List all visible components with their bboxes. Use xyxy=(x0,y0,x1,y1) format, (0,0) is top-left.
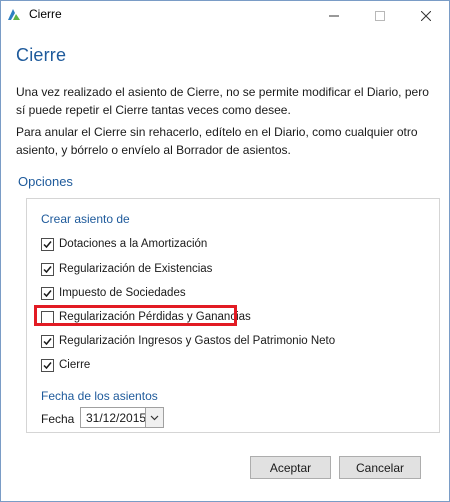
close-icon xyxy=(421,10,431,21)
create-entry-group-title: Crear asiento de xyxy=(41,212,130,226)
checkmark-icon xyxy=(43,240,52,248)
checkmark-icon xyxy=(43,361,52,369)
checkbox-label: Cierre xyxy=(59,359,91,371)
maximize-button[interactable] xyxy=(357,1,403,30)
checkbox-label: Dotaciones a la Amortización xyxy=(59,238,208,250)
checkbox-row-impuesto[interactable]: Impuesto de Sociedades xyxy=(41,285,186,301)
checkbox-row-cierre[interactable]: Cierre xyxy=(41,357,90,373)
checkmark-icon xyxy=(43,265,52,273)
title-bar[interactable]: Cierre xyxy=(1,1,449,30)
date-picker[interactable]: 31/12/2015 xyxy=(80,407,164,428)
date-value[interactable]: 31/12/2015 xyxy=(86,411,146,425)
info-paragraph-1: Una vez realizado el asiento de Cierre, … xyxy=(16,85,429,117)
checkbox-label: Regularización de Existencias xyxy=(59,263,213,275)
checkbox-label: Impuesto de Sociedades xyxy=(59,287,186,299)
close-button[interactable] xyxy=(403,1,449,30)
checkbox[interactable] xyxy=(41,286,54,300)
cancel-button[interactable]: Cancelar xyxy=(339,456,421,479)
checkmark-icon xyxy=(43,289,52,297)
checkbox[interactable] xyxy=(41,237,54,251)
checkbox[interactable] xyxy=(41,334,54,348)
minimize-icon xyxy=(329,15,339,16)
checkbox[interactable] xyxy=(41,262,54,276)
date-dropdown-button[interactable] xyxy=(145,408,163,427)
cierre-dialog: Cierre Cierre Una vez realizado el asien… xyxy=(0,0,450,502)
app-logo-icon xyxy=(7,7,21,21)
checkbox-row-existencias[interactable]: Regularización de Existencias xyxy=(41,261,212,277)
checkbox-row-patrimonio-neto[interactable]: Regularización Ingresos y Gastos del Pat… xyxy=(41,333,335,349)
chevron-down-icon xyxy=(150,415,159,420)
info-paragraph-2: Para anular el Cierre sin rehacerlo, edí… xyxy=(16,125,418,157)
checkmark-icon xyxy=(43,337,52,345)
checkbox[interactable] xyxy=(41,358,54,372)
checkbox-row-dotaciones[interactable]: Dotaciones a la Amortización xyxy=(41,236,207,252)
accept-button[interactable]: Aceptar xyxy=(250,456,331,479)
window-title: Cierre xyxy=(29,7,62,21)
options-section-label: Opciones xyxy=(18,174,73,189)
date-group-title: Fecha de los asientos xyxy=(41,389,158,403)
checkbox-label: Regularización Ingresos y Gastos del Pat… xyxy=(59,335,336,347)
minimize-button[interactable] xyxy=(311,1,357,30)
maximize-icon xyxy=(375,10,385,21)
date-label: Fecha xyxy=(41,412,75,426)
page-title: Cierre xyxy=(16,45,67,65)
highlight-annotation xyxy=(34,305,237,326)
